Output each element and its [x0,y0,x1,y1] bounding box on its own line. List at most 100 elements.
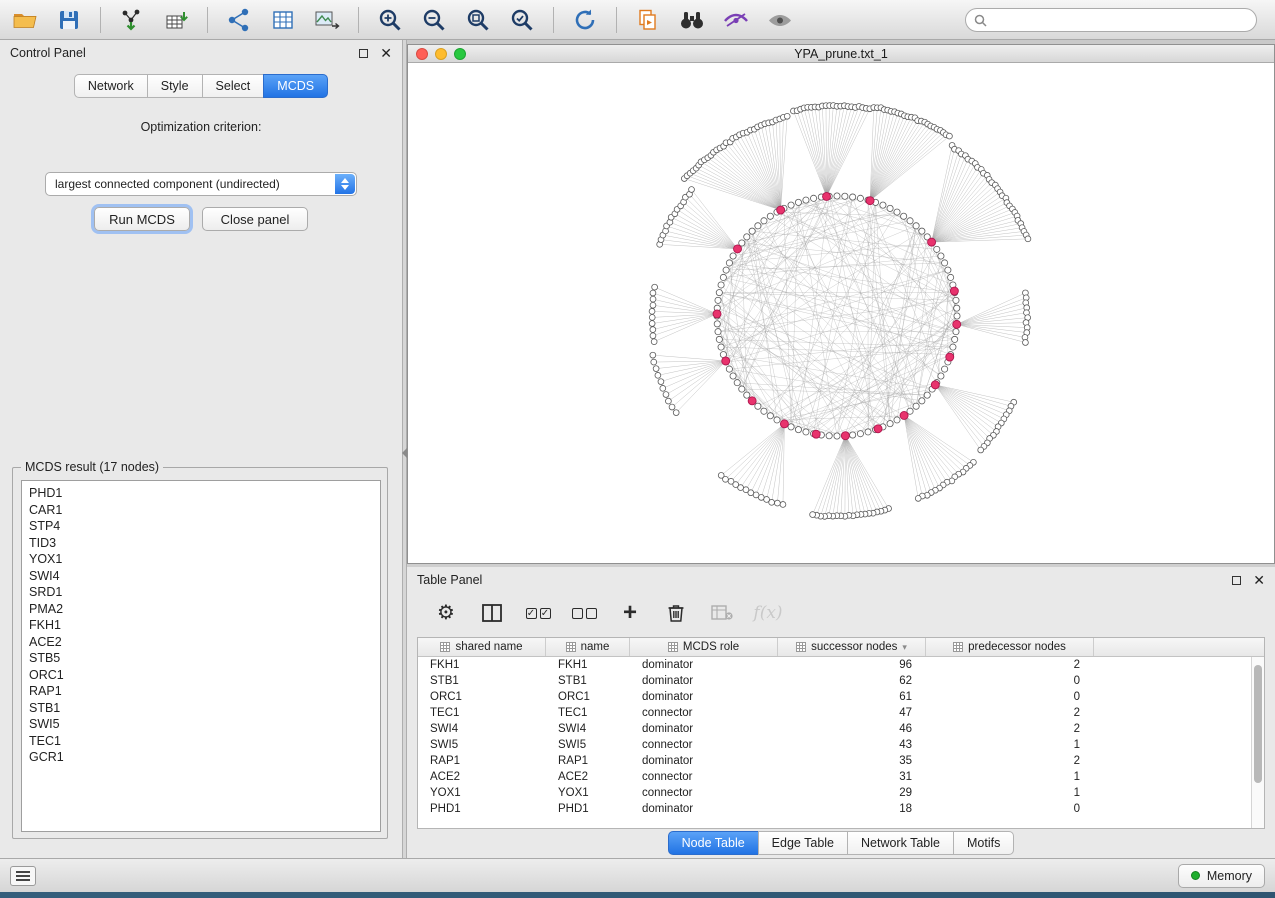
column-visibility-button[interactable] [479,600,505,626]
mcds-result-item[interactable]: CAR1 [22,502,380,519]
add-column-button[interactable]: + [617,600,643,626]
tab-network-table[interactable]: Network Table [847,831,954,855]
column-header-mcds-role[interactable]: MCDS role [630,638,778,656]
cell-mcds-role[interactable]: dominator [630,691,778,703]
show-hide-gray-button[interactable] [765,5,795,35]
mcds-result-item[interactable]: TEC1 [22,733,380,750]
import-table-button[interactable] [161,5,191,35]
cell-successor-nodes[interactable]: 18 [778,803,926,815]
cell-mcds-role[interactable]: connector [630,787,778,799]
cell-shared-name[interactable]: FKH1 [418,659,546,671]
cell-successor-nodes[interactable]: 47 [778,707,926,719]
mcds-result-item[interactable]: ORC1 [22,667,380,684]
cell-name[interactable]: FKH1 [546,659,630,671]
cell-name[interactable]: SWI5 [546,739,630,751]
tab-select[interactable]: Select [202,74,265,98]
cell-predecessor-nodes[interactable]: 2 [926,659,1094,671]
zoom-in-button[interactable] [375,5,405,35]
cell-name[interactable]: ACE2 [546,771,630,783]
cell-successor-nodes[interactable]: 96 [778,659,926,671]
minimize-window-icon[interactable] [435,48,447,60]
table-row[interactable]: SWI5 SWI5 connector 43 1 [418,737,1251,753]
table-row[interactable]: SWI4 SWI4 dominator 46 2 [418,721,1251,737]
cell-name[interactable]: ORC1 [546,691,630,703]
table-row[interactable]: RAP1 RAP1 dominator 35 2 [418,753,1251,769]
task-history-button[interactable] [10,866,36,886]
cell-shared-name[interactable]: STB1 [418,675,546,687]
cell-mcds-role[interactable]: dominator [630,803,778,815]
mcds-result-item[interactable]: STB5 [22,650,380,667]
cell-mcds-role[interactable]: connector [630,739,778,751]
mcds-result-item[interactable]: GCR1 [22,749,380,766]
close-table-panel-icon[interactable]: ✕ [1253,576,1265,585]
open-file-button[interactable] [10,5,40,35]
zoom-selected-button[interactable] [507,5,537,35]
cell-shared-name[interactable]: SWI5 [418,739,546,751]
mcds-result-item[interactable]: YOX1 [22,551,380,568]
cell-predecessor-nodes[interactable]: 0 [926,675,1094,687]
optimization-criterion-dropdown[interactable]: largest connected component (undirected) [45,172,357,196]
close-panel-icon[interactable]: ✕ [380,49,392,58]
table-settings-button[interactable]: ⚙ [433,600,459,626]
cell-mcds-role[interactable]: dominator [630,723,778,735]
cell-predecessor-nodes[interactable]: 1 [926,771,1094,783]
table-scrollbar[interactable] [1251,657,1264,828]
cell-name[interactable]: YOX1 [546,787,630,799]
column-header-successor-nodes[interactable]: successor nodes ▾ [778,638,926,656]
cell-shared-name[interactable]: YOX1 [418,787,546,799]
cell-successor-nodes[interactable]: 43 [778,739,926,751]
mcds-result-item[interactable]: SWI5 [22,716,380,733]
new-network-button[interactable] [224,5,254,35]
find-button[interactable] [677,5,707,35]
cell-shared-name[interactable]: PHD1 [418,803,546,815]
mcds-result-item[interactable]: STP4 [22,518,380,535]
table-row[interactable]: FKH1 FKH1 dominator 96 2 [418,657,1251,673]
delete-table-button[interactable] [709,600,735,626]
table-row[interactable]: STB1 STB1 dominator 62 0 [418,673,1251,689]
cell-predecessor-nodes[interactable]: 1 [926,739,1094,751]
cell-name[interactable]: STB1 [546,675,630,687]
mcds-result-item[interactable]: FKH1 [22,617,380,634]
deselect-all-button[interactable] [571,600,597,626]
cell-successor-nodes[interactable]: 31 [778,771,926,783]
float-table-panel-icon[interactable] [1232,576,1241,585]
zoom-fit-button[interactable] [463,5,493,35]
cell-shared-name[interactable]: ACE2 [418,771,546,783]
cell-predecessor-nodes[interactable]: 2 [926,707,1094,719]
cell-mcds-role[interactable]: connector [630,771,778,783]
cell-mcds-role[interactable]: connector [630,707,778,719]
cell-name[interactable]: RAP1 [546,755,630,767]
network-window-titlebar[interactable]: YPA_prune.txt_1 [408,45,1274,63]
cell-predecessor-nodes[interactable]: 1 [926,787,1094,799]
copy-style-button[interactable] [633,5,663,35]
search-input[interactable] [993,13,1248,27]
sort-caret-icon[interactable]: ▾ [902,642,907,653]
mcds-result-item[interactable]: PMA2 [22,601,380,618]
cell-name[interactable]: TEC1 [546,707,630,719]
mcds-result-item[interactable]: RAP1 [22,683,380,700]
apply-layout-button[interactable] [570,5,600,35]
maximize-window-icon[interactable] [454,48,466,60]
tab-motifs[interactable]: Motifs [953,831,1014,855]
cell-shared-name[interactable]: TEC1 [418,707,546,719]
table-row[interactable]: TEC1 TEC1 connector 47 2 [418,705,1251,721]
mcds-result-item[interactable]: SRD1 [22,584,380,601]
tab-mcds[interactable]: MCDS [263,74,328,98]
zoom-out-button[interactable] [419,5,449,35]
cell-mcds-role[interactable]: dominator [630,675,778,687]
close-panel-button[interactable]: Close panel [202,207,308,231]
cell-predecessor-nodes[interactable]: 2 [926,755,1094,767]
tab-style[interactable]: Style [147,74,203,98]
table-scrollbar-thumb[interactable] [1254,665,1262,783]
cell-predecessor-nodes[interactable]: 0 [926,803,1094,815]
toolbar-search[interactable] [965,8,1257,32]
table-row[interactable]: PHD1 PHD1 dominator 18 0 [418,801,1251,817]
import-network-button[interactable] [117,5,147,35]
mcds-result-item[interactable]: TID3 [22,535,380,552]
cell-successor-nodes[interactable]: 61 [778,691,926,703]
cell-shared-name[interactable]: SWI4 [418,723,546,735]
cell-successor-nodes[interactable]: 29 [778,787,926,799]
table-row[interactable]: ACE2 ACE2 connector 31 1 [418,769,1251,785]
new-table-button[interactable] [268,5,298,35]
mcds-result-list[interactable]: PHD1 CAR1 STP4 TID3 YOX1 SWI4 SRD1 PMA2 [21,480,381,832]
